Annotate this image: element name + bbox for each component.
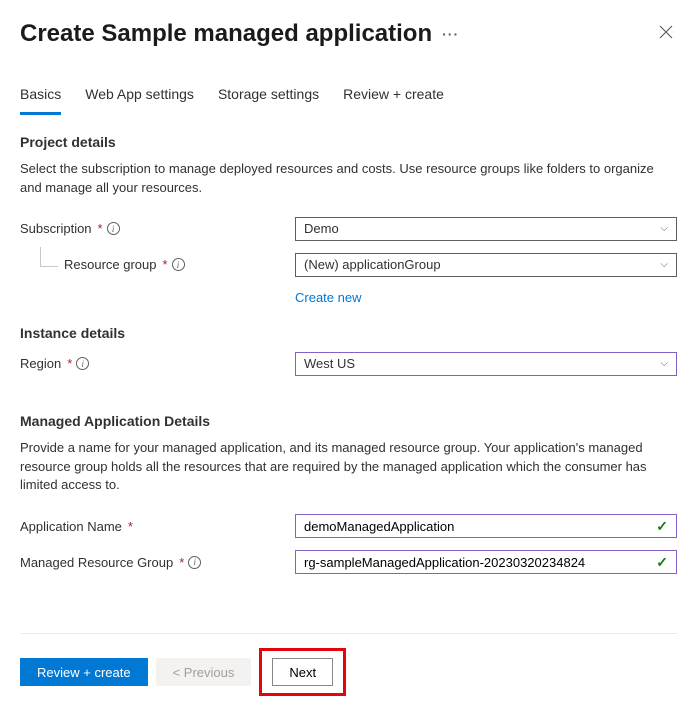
indent-line	[40, 247, 58, 267]
required-indicator: *	[98, 221, 103, 236]
previous-button: < Previous	[156, 658, 252, 686]
check-icon: ✓	[656, 518, 668, 535]
info-icon[interactable]: i	[172, 258, 185, 271]
resource-group-label: Resource group * i	[20, 257, 295, 272]
next-button[interactable]: Next	[272, 658, 333, 686]
more-icon[interactable]: ···	[442, 26, 459, 42]
subscription-label: Subscription * i	[20, 221, 295, 236]
info-icon[interactable]: i	[107, 222, 120, 235]
region-label: Region * i	[20, 356, 295, 371]
managed-app-details-heading: Managed Application Details	[20, 413, 677, 429]
chevron-down-icon: ⌵	[660, 223, 668, 234]
footer: Review + create < Previous Next	[20, 633, 677, 710]
create-new-link[interactable]: Create new	[295, 290, 361, 305]
tab-review-create[interactable]: Review + create	[343, 78, 444, 115]
required-indicator: *	[179, 555, 184, 570]
project-details-description: Select the subscription to manage deploy…	[20, 160, 677, 198]
resource-group-select[interactable]: (New) applicationGroup ⌵	[295, 253, 677, 277]
chevron-down-icon: ⌵	[660, 259, 668, 270]
region-select[interactable]: West US ⌵	[295, 352, 677, 376]
page-title: Create Sample managed application	[20, 20, 432, 48]
next-button-highlight: Next	[259, 648, 346, 696]
required-indicator: *	[67, 356, 72, 371]
review-create-button[interactable]: Review + create	[20, 658, 148, 686]
application-name-input[interactable]: ✓	[295, 514, 677, 538]
close-icon	[659, 25, 673, 39]
tab-basics[interactable]: Basics	[20, 78, 61, 115]
managed-app-details-description: Provide a name for your managed applicat…	[20, 439, 677, 496]
instance-details-heading: Instance details	[20, 325, 677, 341]
project-details-heading: Project details	[20, 134, 677, 150]
managed-resource-group-label: Managed Resource Group * i	[20, 555, 295, 570]
subscription-select[interactable]: Demo ⌵	[295, 217, 677, 241]
required-indicator: *	[128, 519, 133, 534]
chevron-down-icon: ⌵	[660, 358, 668, 369]
tab-web-app-settings[interactable]: Web App settings	[85, 78, 194, 115]
application-name-label: Application Name *	[20, 519, 295, 534]
managed-resource-group-input[interactable]: ✓	[295, 550, 677, 574]
tabs: Basics Web App settings Storage settings…	[20, 78, 677, 116]
required-indicator: *	[163, 257, 168, 272]
info-icon[interactable]: i	[188, 556, 201, 569]
close-button[interactable]	[655, 21, 677, 48]
tab-storage-settings[interactable]: Storage settings	[218, 78, 319, 115]
check-icon: ✓	[656, 554, 668, 571]
info-icon[interactable]: i	[76, 357, 89, 370]
